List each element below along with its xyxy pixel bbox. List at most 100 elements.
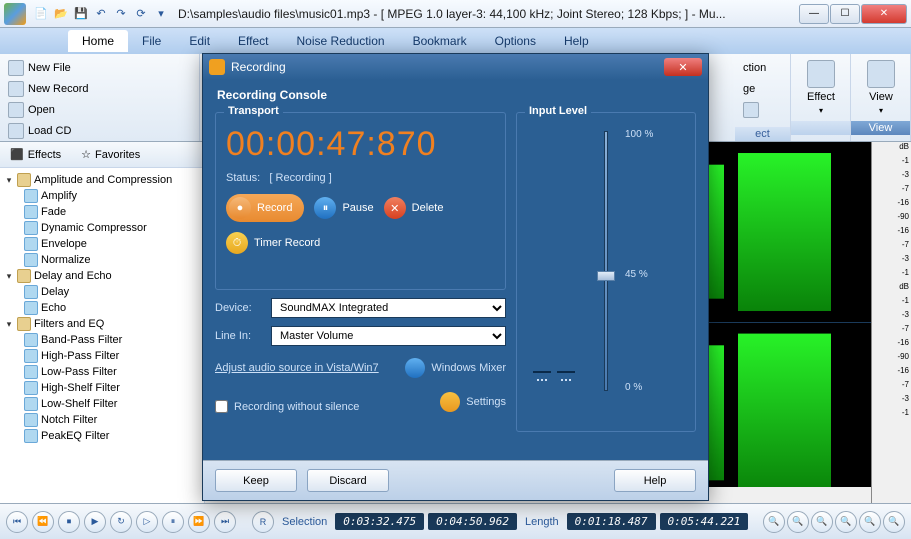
folder-icon [17, 173, 31, 187]
ribbon-item-new-file[interactable]: New File [4, 58, 195, 78]
discard-button[interactable]: Discard [307, 469, 389, 492]
tree-effect-item[interactable]: Notch Filter [0, 412, 204, 428]
linein-label: Line In: [215, 330, 265, 342]
qa-save-icon[interactable]: 💾 [72, 5, 90, 23]
tree-effect-item[interactable]: Low-Pass Filter [0, 364, 204, 380]
tree-effect-item[interactable]: Dynamic Compressor [0, 220, 204, 236]
timer-record-button[interactable]: ⏱ Timer Record [226, 232, 495, 254]
pause-button[interactable]: ⏸ Pause [314, 197, 373, 219]
ribbon-partial-icon[interactable] [739, 100, 786, 120]
gear-icon [440, 392, 460, 412]
tree-effect-item[interactable]: Envelope [0, 236, 204, 252]
minimize-button[interactable]: — [799, 4, 829, 24]
qa-dropdown-icon[interactable]: ▾ [152, 5, 170, 23]
maximize-button[interactable]: ☐ [830, 4, 860, 24]
ribbon-item-open[interactable]: Open [4, 100, 195, 120]
qa-new-icon[interactable]: 📄 [32, 5, 50, 23]
selection-label: Selection [278, 516, 331, 528]
menu-tab-help[interactable]: Help [550, 30, 603, 52]
tree-effect-item[interactable]: Normalize [0, 252, 204, 268]
menu-tab-file[interactable]: File [128, 30, 175, 52]
transport-play-sel[interactable]: ▷ [136, 511, 158, 533]
transport-play[interactable]: ▶ [84, 511, 106, 533]
effect-item-icon [24, 301, 38, 315]
ribbon-group-view-label: View [851, 121, 910, 135]
dialog-close-button[interactable]: ✕ [664, 58, 702, 76]
windows-mixer-button[interactable]: Windows Mixer [405, 358, 506, 378]
zoom-v-out-button[interactable]: 🔍 [883, 511, 905, 533]
zoom-fit-button[interactable]: 🔍 [835, 511, 857, 533]
tree-effect-item[interactable]: Delay [0, 284, 204, 300]
menu-tab-noise-reduction[interactable]: Noise Reduction [283, 30, 399, 52]
ribbon-item-new-record[interactable]: New Record [4, 79, 195, 99]
zoom-v-in-button[interactable]: 🔍 [859, 511, 881, 533]
length-a-time: 0:01:18.487 [567, 513, 656, 530]
transport-ff-end[interactable]: ⏭ [214, 511, 236, 533]
qa-open-icon[interactable]: 📂 [52, 5, 70, 23]
ribbon-effect-button[interactable]: Effect ▾ [791, 54, 851, 121]
qa-refresh-icon[interactable]: ⟳ [132, 5, 150, 23]
menu-tab-edit[interactable]: Edit [175, 30, 224, 52]
qa-redo-icon[interactable]: ↷ [112, 5, 130, 23]
dialog-titlebar[interactable]: Recording ✕ [203, 54, 708, 80]
zoom-out-button[interactable]: 🔍 [787, 511, 809, 533]
ribbon-partial-item[interactable]: ge [739, 79, 786, 99]
ribbon-item-load-cd[interactable]: Load CD [4, 121, 195, 141]
effect-item-icon [24, 205, 38, 219]
keep-button[interactable]: Keep [215, 469, 297, 492]
close-button[interactable]: ✕ [861, 4, 907, 24]
record-without-silence-checkbox[interactable] [215, 400, 228, 413]
menu-tab-bookmark[interactable]: Bookmark [399, 30, 481, 52]
zoom-in-button[interactable]: 🔍 [763, 511, 785, 533]
effect-item-icon [24, 365, 38, 379]
delete-button[interactable]: ✕ Delete [384, 197, 444, 219]
tree-effect-item[interactable]: Echo [0, 300, 204, 316]
input-level-slider-thumb[interactable] [597, 271, 615, 281]
tree-effect-item[interactable]: Low-Shelf Filter [0, 396, 204, 412]
menu-tab-effect[interactable]: Effect [224, 30, 282, 52]
tree-group[interactable]: ▾Amplitude and Compression [0, 172, 204, 188]
zoom-sel-button[interactable]: 🔍 [811, 511, 833, 533]
qa-undo-icon[interactable]: ↶ [92, 5, 110, 23]
effect-item-icon [24, 413, 38, 427]
side-tab-effects[interactable]: ⬛ Effects [0, 144, 71, 165]
device-select[interactable]: SoundMAX Integrated [271, 298, 506, 318]
transport-play-loop[interactable]: ↻ [110, 511, 132, 533]
tree-effect-item[interactable]: High-Shelf Filter [0, 380, 204, 396]
transport-ff[interactable]: ⏩ [188, 511, 210, 533]
vu-right [557, 371, 575, 373]
file-item-icon [8, 60, 24, 76]
vu-meters [533, 131, 575, 391]
window-titlebar: 📄 📂 💾 ↶ ↷ ⟳ ▾ D:\samples\audio files\mus… [0, 0, 911, 28]
transport-stop[interactable]: ⏹ [58, 511, 80, 533]
transport-record[interactable]: R [252, 511, 274, 533]
tree-effect-item[interactable]: High-Pass Filter [0, 348, 204, 364]
side-tab-favorites[interactable]: ☆ Favorites [71, 144, 150, 165]
menu-tab-options[interactable]: Options [481, 30, 550, 52]
length-b-time: 0:05:44.221 [660, 513, 749, 530]
tree-effect-item[interactable]: PeakEQ Filter [0, 428, 204, 444]
tree-effect-item[interactable]: Band-Pass Filter [0, 332, 204, 348]
ribbon-view-button[interactable]: View ▾ [851, 54, 911, 121]
menu-tab-home[interactable]: Home [68, 30, 128, 52]
effect-item-icon [24, 333, 38, 347]
device-label: Device: [215, 302, 265, 314]
linein-select[interactable]: Master Volume [271, 326, 506, 346]
tree-group[interactable]: ▾Delay and Echo [0, 268, 204, 284]
transport-pause[interactable]: ⏸ [162, 511, 184, 533]
help-button[interactable]: Help [614, 469, 696, 492]
timer-icon: ⏱ [226, 232, 248, 254]
adjust-source-link[interactable]: Adjust audio source in Vista/Win7 [215, 362, 379, 374]
selection-start-time: 0:03:32.475 [335, 513, 424, 530]
ribbon-partial-item[interactable]: ction [739, 58, 786, 78]
window-title: D:\samples\audio files\music01.mp3 - [ M… [170, 7, 799, 21]
tree-group[interactable]: ▾Filters and EQ [0, 316, 204, 332]
input-level-slider-track[interactable] [604, 131, 608, 391]
tree-effect-item[interactable]: Amplify [0, 188, 204, 204]
transport-rewind-start[interactable]: ⏮ [6, 511, 28, 533]
record-button[interactable]: ● Record [226, 194, 304, 222]
tree-effect-item[interactable]: Fade [0, 204, 204, 220]
folder-icon [17, 269, 31, 283]
transport-rewind[interactable]: ⏪ [32, 511, 54, 533]
settings-button[interactable]: Settings [440, 392, 506, 412]
